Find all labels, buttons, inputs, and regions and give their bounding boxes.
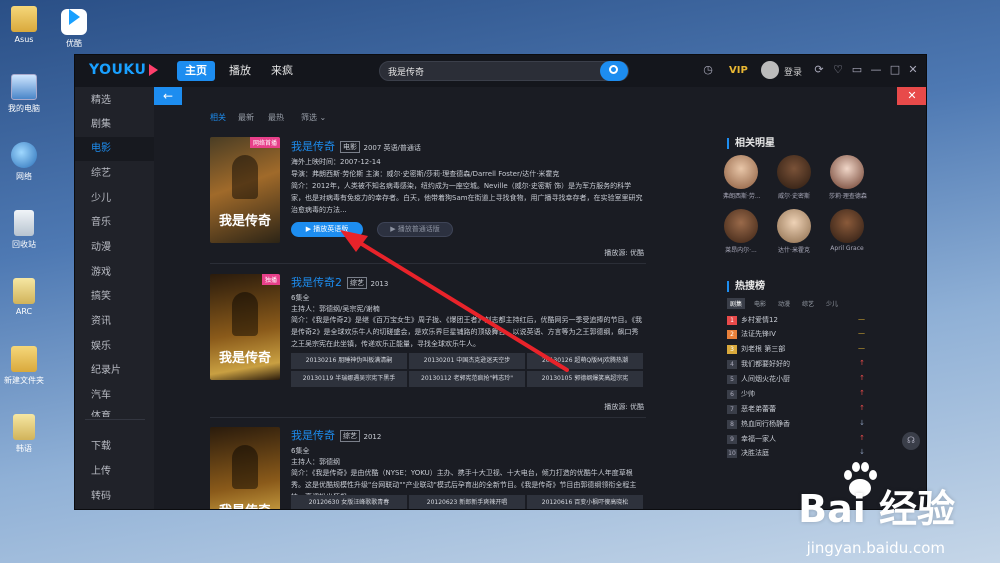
arrow-shaft: [350, 236, 569, 372]
watermark-brand: Bai 经验: [798, 487, 955, 531]
arrow-head: [340, 230, 368, 252]
watermark-url: jingyan.baidu.com: [806, 539, 945, 557]
